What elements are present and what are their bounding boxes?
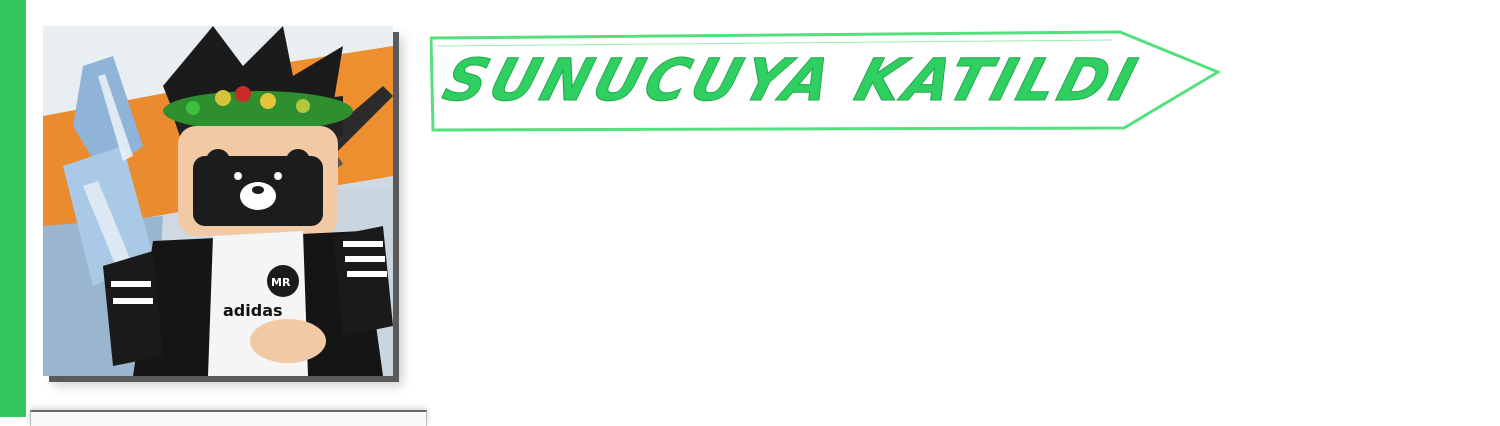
svg-text:adidas: adidas [223, 301, 283, 320]
avatar-image: adidas MR [43, 26, 393, 376]
svg-text:MR: MR [271, 276, 291, 289]
user-avatar: adidas MR [43, 26, 393, 376]
event-banner: Sunucuya Katıldı [430, 28, 1220, 132]
event-title: Sunucuya Katıldı [436, 46, 1148, 115]
bottom-card-edge [30, 410, 427, 426]
accent-bar [0, 0, 26, 417]
